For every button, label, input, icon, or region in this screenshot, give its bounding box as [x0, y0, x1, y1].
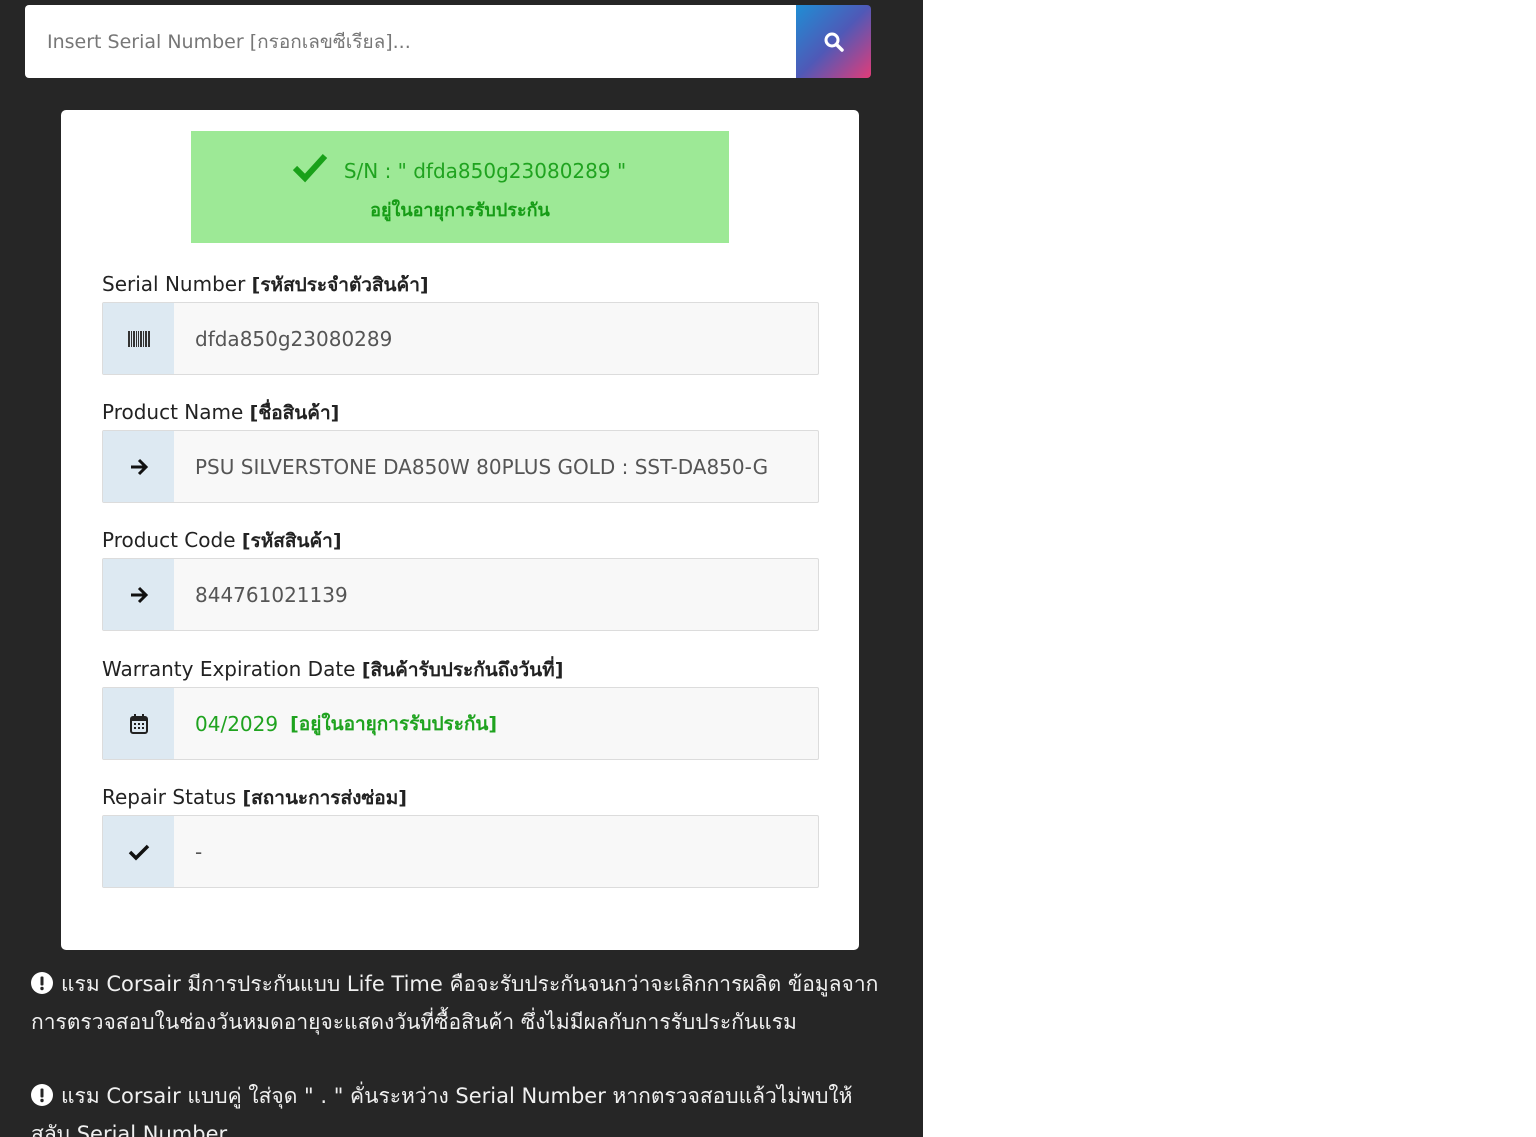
warranty-date-value: 04/2029: [195, 711, 279, 736]
repair-status-addon: [103, 816, 174, 887]
warranty-date-label: Warranty Expiration Date [สินค้ารับประกั…: [102, 655, 563, 685]
repair-status-field: -: [102, 815, 819, 888]
serial-search-input[interactable]: [25, 5, 796, 78]
repair-status-label: Repair Status [สถานะการส่งซ่อม]: [102, 783, 407, 813]
product-name-label-th: [ชื่อสินค้า]: [249, 402, 340, 424]
repair-status-value: -: [195, 839, 203, 864]
product-name-field: PSU SILVERSTONE DA850W 80PLUS GOLD : SST…: [102, 430, 819, 503]
product-name-addon: [103, 431, 174, 502]
product-code-field: 844761021139: [102, 558, 819, 631]
search-button[interactable]: [796, 5, 871, 78]
calendar-icon: [129, 713, 148, 734]
product-name-label-en: Product Name: [102, 400, 244, 424]
info-icon: [31, 972, 53, 994]
warranty-status-text: อยู่ในอายุการรับประกัน: [370, 200, 550, 221]
serial-number-label: Serial Number [รหัสประจำตัวสินค้า]: [102, 270, 429, 300]
arrow-right-icon: [130, 586, 148, 603]
warranty-date-field: 04/2029 [อยู่ในอายุการรับประกัน]: [102, 687, 819, 760]
warranty-date-addon: [103, 688, 174, 759]
check-icon: [128, 844, 149, 860]
search-bar: [25, 5, 871, 78]
info-note-text: แรม Corsair แบบคู่ ใส่จุด " . " คั่นระหว…: [31, 1084, 853, 1137]
warranty-status-alert: S/N : " dfda850g23080289 " อยู่ในอายุการ…: [191, 131, 729, 243]
serial-result-text: S/N : " dfda850g23080289 ": [343, 159, 627, 183]
product-code-label-th: [รหัสสินค้า]: [241, 530, 342, 552]
product-name-label: Product Name [ชื่อสินค้า]: [102, 398, 339, 428]
product-code-label-en: Product Code: [102, 528, 236, 552]
info-note-ram-lifetime: แรม Corsair มีการประกันแบบ Life Time คือ…: [31, 965, 881, 1041]
warranty-date-value-wrap: 04/2029 [อยู่ในอายุการรับประกัน]: [174, 688, 818, 759]
warranty-date-status: [อยู่ในอายุการรับประกัน]: [290, 712, 498, 735]
result-card: S/N : " dfda850g23080289 " อยู่ในอายุการ…: [61, 110, 859, 950]
barcode-icon: [127, 330, 150, 347]
serial-number-addon: [103, 303, 174, 374]
arrow-right-icon: [130, 458, 148, 475]
search-icon: [824, 32, 844, 52]
serial-number-field: dfda850g23080289: [102, 302, 819, 375]
info-note-text: แรม Corsair มีการประกันแบบ Life Time คือ…: [31, 972, 879, 1034]
serial-number-label-en: Serial Number: [102, 272, 246, 296]
warranty-check-panel: S/N : " dfda850g23080289 " อยู่ในอายุการ…: [0, 0, 923, 1137]
warranty-date-label-en: Warranty Expiration Date: [102, 657, 356, 681]
info-note-ram-pair: แรม Corsair แบบคู่ ใส่จุด " . " คั่นระหว…: [31, 1077, 881, 1137]
serial-number-label-th: [รหัสประจำตัวสินค้า]: [251, 274, 429, 296]
repair-status-label-th: [สถานะการส่งซ่อม]: [242, 787, 407, 809]
serial-number-value: dfda850g23080289: [195, 326, 393, 351]
product-code-value: 844761021139: [195, 582, 348, 607]
repair-status-label-en: Repair Status: [102, 785, 237, 809]
product-name-value: PSU SILVERSTONE DA850W 80PLUS GOLD : SST…: [195, 454, 769, 479]
product-code-addon: [103, 559, 174, 630]
info-icon: [31, 1084, 53, 1106]
warranty-date-label-th: [สินค้ารับประกันถึงวันที่]: [361, 659, 564, 681]
product-code-label: Product Code [รหัสสินค้า]: [102, 526, 342, 556]
